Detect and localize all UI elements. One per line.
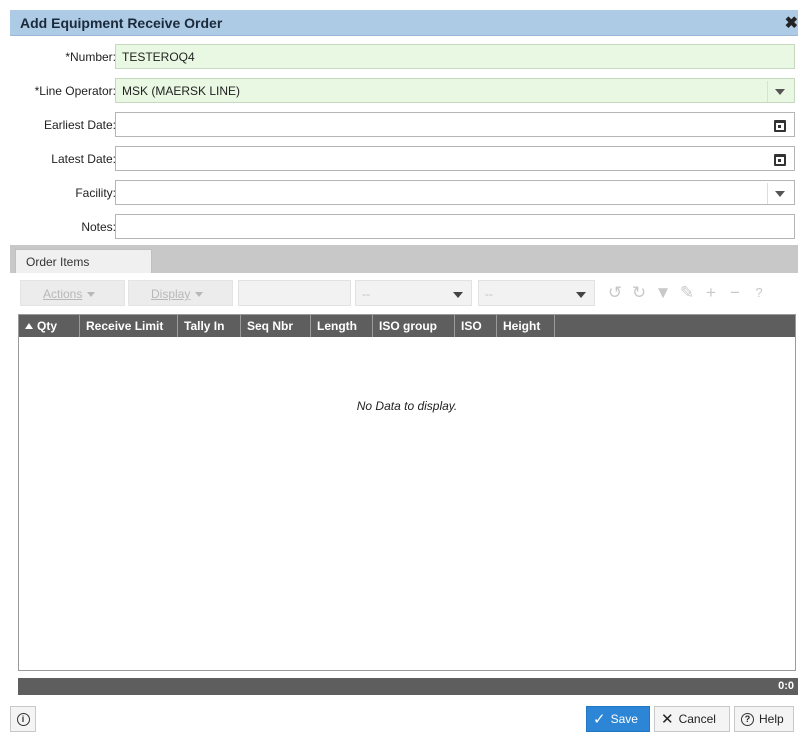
help-label: Help bbox=[759, 712, 784, 726]
actions-button[interactable]: Actions bbox=[20, 280, 125, 306]
record-count: 0:0 bbox=[778, 680, 794, 692]
column-header-height[interactable]: Height bbox=[497, 315, 555, 337]
dialog-title: Add Equipment Receive Order bbox=[20, 15, 223, 31]
line-operator-select[interactable]: MSK (MAERSK LINE) bbox=[115, 78, 795, 103]
chevron-down-icon bbox=[453, 292, 463, 298]
filter-icon[interactable]: ▼ bbox=[653, 282, 673, 304]
filter-select-2[interactable]: -- bbox=[478, 280, 595, 306]
close-icon: ✕ bbox=[661, 711, 674, 728]
calendar-icon[interactable] bbox=[769, 147, 791, 172]
checkmark-icon: ✓ bbox=[593, 711, 606, 728]
line-operator-label: *Line Operator: bbox=[34, 84, 116, 98]
filter-select-2-value: -- bbox=[485, 287, 493, 301]
chevron-down-icon[interactable] bbox=[769, 181, 791, 206]
sort-ascending-icon bbox=[25, 323, 33, 329]
tab-order-items[interactable]: Order Items bbox=[15, 249, 152, 273]
column-header-receive-limit[interactable]: Receive Limit bbox=[80, 315, 178, 337]
filter-select-1-value: -- bbox=[362, 287, 370, 301]
cancel-label: Cancel bbox=[678, 712, 716, 726]
edit-icon[interactable]: ✎ bbox=[677, 282, 697, 304]
display-label: Display bbox=[151, 287, 191, 301]
dropdown-divider bbox=[767, 183, 768, 204]
column-header-length[interactable]: Length bbox=[311, 315, 373, 337]
column-header-seq-nbr[interactable]: Seq Nbr bbox=[241, 315, 311, 337]
refresh-icon[interactable]: ↻ bbox=[629, 282, 649, 304]
save-label: Save bbox=[610, 712, 638, 726]
grid-toolbar: Actions Display -- -- ↺ ↻ ▼ ✎ + − ? bbox=[15, 280, 798, 308]
filter-select-1[interactable]: -- bbox=[355, 280, 472, 306]
caret-down-icon bbox=[87, 292, 96, 298]
facility-select[interactable] bbox=[115, 180, 795, 205]
column-header-qty[interactable]: Qty bbox=[19, 315, 80, 337]
dropdown-divider bbox=[767, 81, 768, 102]
chevron-down-icon[interactable] bbox=[769, 79, 791, 104]
save-button[interactable]: ✓ Save bbox=[586, 706, 650, 732]
number-field[interactable]: TESTEROQ4 bbox=[115, 44, 795, 69]
grid-status-bar: 0:0 bbox=[18, 678, 798, 695]
column-header-iso-group[interactable]: ISO group bbox=[373, 315, 455, 337]
order-items-grid: Qty Receive Limit Tally In Seq Nbr Lengt… bbox=[18, 314, 796, 671]
line-operator-value: MSK (MAERSK LINE) bbox=[122, 84, 241, 98]
info-icon: i bbox=[16, 712, 30, 726]
help-icon: ? bbox=[741, 712, 754, 726]
grid-header: Qty Receive Limit Tally In Seq Nbr Lengt… bbox=[19, 315, 795, 337]
caret-down-icon bbox=[195, 292, 204, 298]
dialog-title-bar: Add Equipment Receive Order ✖ bbox=[10, 10, 798, 36]
remove-icon[interactable]: − bbox=[725, 282, 745, 304]
chevron-down-icon bbox=[576, 292, 586, 298]
actions-label: Actions bbox=[43, 287, 83, 301]
latest-date-field[interactable] bbox=[115, 146, 795, 171]
tab-strip: Order Items bbox=[10, 245, 798, 273]
history-icon[interactable]: ↺ bbox=[605, 282, 625, 304]
number-label: *Number: bbox=[65, 50, 116, 64]
earliest-date-field[interactable] bbox=[115, 112, 795, 137]
line-operator-row: *Line Operator: MSK (MAERSK LINE) bbox=[10, 78, 798, 104]
help-icon[interactable]: ? bbox=[749, 282, 769, 304]
quick-filter-input[interactable] bbox=[238, 280, 351, 306]
help-button[interactable]: ? Help bbox=[734, 706, 794, 732]
close-icon[interactable]: ✖ bbox=[785, 13, 798, 33]
calendar-icon[interactable] bbox=[769, 113, 791, 138]
number-row: *Number: TESTEROQ4 bbox=[10, 44, 798, 70]
earliest-date-label: Earliest Date: bbox=[43, 118, 116, 132]
notes-row: Notes: bbox=[10, 214, 798, 240]
facility-row: Facility: bbox=[10, 180, 798, 206]
latest-date-label: Latest Date: bbox=[51, 152, 116, 166]
add-icon[interactable]: + bbox=[701, 282, 721, 304]
info-button[interactable]: i bbox=[10, 706, 36, 732]
facility-label: Facility: bbox=[75, 186, 116, 200]
latest-date-row: Latest Date: bbox=[10, 146, 798, 172]
cancel-button[interactable]: ✕ Cancel bbox=[654, 706, 730, 732]
empty-message: No Data to display. bbox=[356, 399, 458, 413]
notes-field[interactable] bbox=[115, 214, 795, 239]
display-button[interactable]: Display bbox=[128, 280, 233, 306]
column-header-tally-in[interactable]: Tally In bbox=[178, 315, 241, 337]
column-header-iso[interactable]: ISO bbox=[455, 315, 497, 337]
notes-label: Notes: bbox=[81, 220, 116, 234]
earliest-date-row: Earliest Date: bbox=[10, 112, 798, 138]
